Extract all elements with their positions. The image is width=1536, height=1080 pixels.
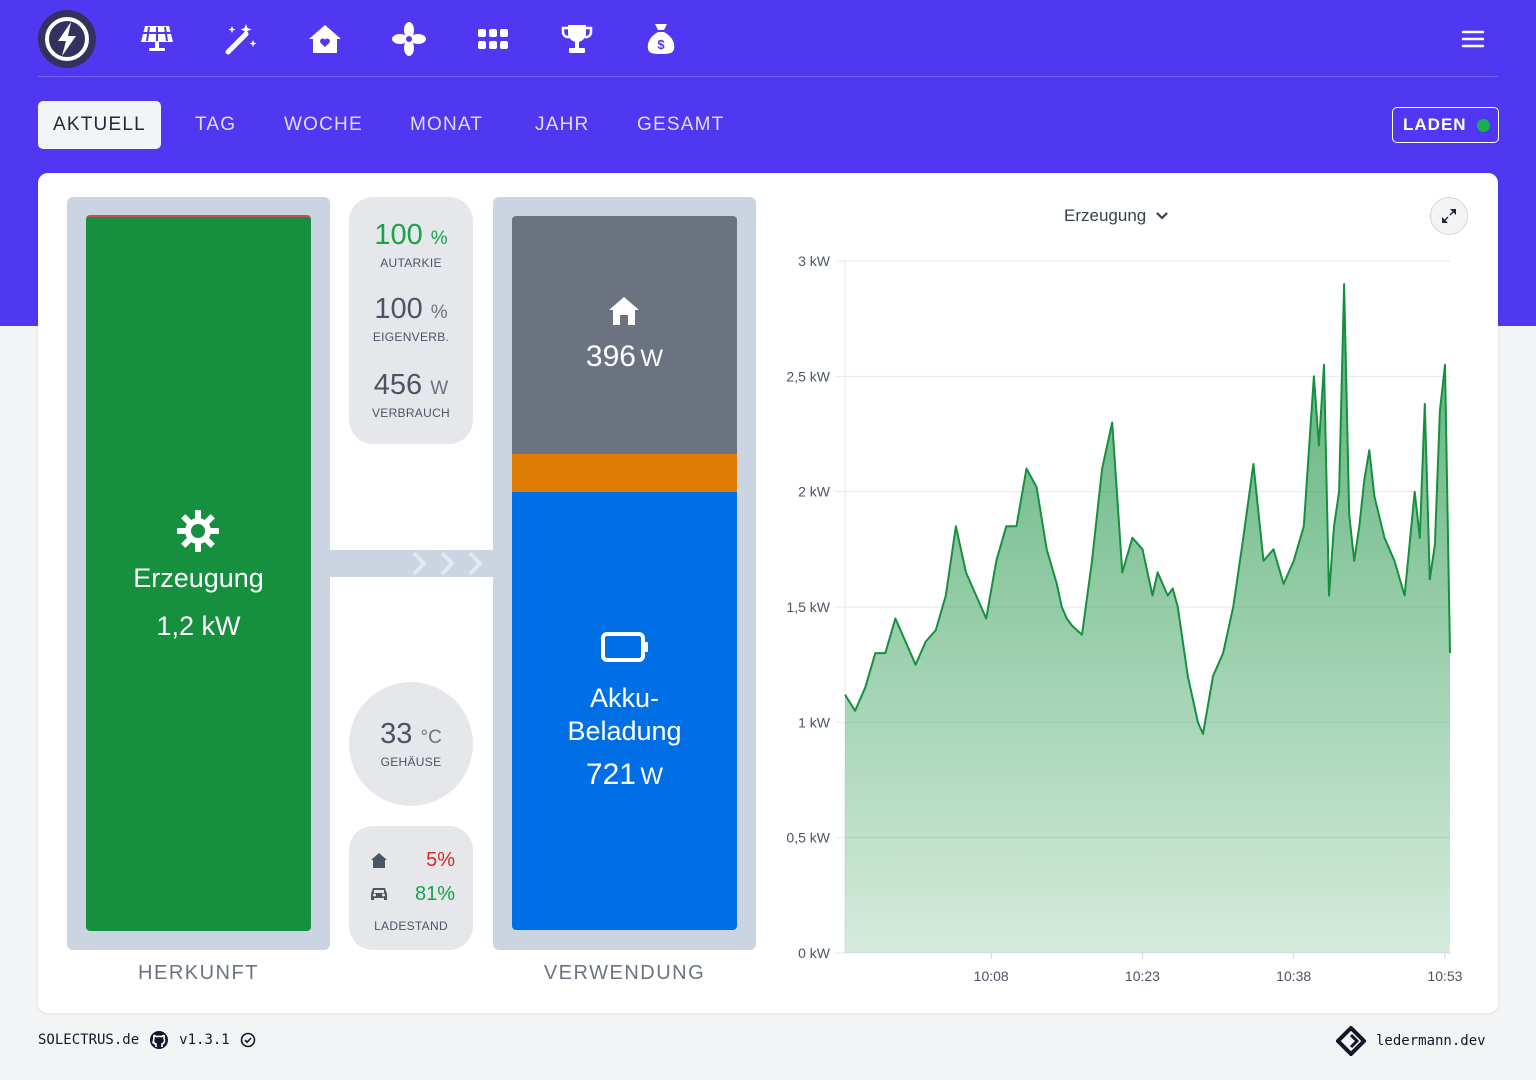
expand-button[interactable]: [1430, 197, 1468, 235]
svg-text:$: $: [657, 37, 665, 52]
solectrus-link[interactable]: SOLECTRUS.de: [38, 1032, 139, 1048]
autarkie-value: 100: [374, 219, 423, 251]
temperatur-label: GEHÄUSE: [380, 755, 442, 769]
akku-value: 721 W: [512, 758, 737, 792]
erzeugung-bar[interactable]: Erzeugung 1,2 kW: [86, 215, 311, 931]
autarkie-stat[interactable]: 100 % AUTARKIE: [349, 219, 473, 270]
verwendung-caption: VERWENDUNG: [543, 962, 706, 984]
autarkie-unit: %: [430, 228, 448, 249]
erzeugung-unit: kW: [201, 611, 241, 641]
money-bag-icon[interactable]: $: [642, 20, 680, 58]
logo-bolt-icon[interactable]: [38, 10, 96, 68]
erzeugung-number: 1,2: [156, 611, 195, 641]
temperature-pill[interactable]: 33 °C GEHÄUSE: [349, 682, 473, 806]
tab-monat[interactable]: MONAT: [410, 101, 483, 149]
x-tick-label: 10:53: [1427, 968, 1462, 984]
akku-number: 721: [585, 758, 636, 791]
ladestand-car-value: 81%: [414, 883, 455, 905]
akku-unit: W: [640, 763, 664, 790]
ladestand-label: LADESTAND: [374, 919, 448, 933]
eigenverbrauch-label: EIGENVERB.: [372, 330, 450, 344]
laden-button[interactable]: LADEN: [1392, 107, 1499, 143]
sun-icon: [177, 510, 219, 552]
ledermann-link[interactable]: ledermann.dev: [1376, 1033, 1486, 1049]
herkunft-caption: HERKUNFT: [138, 962, 259, 984]
verbrauch-stat[interactable]: 456 W VERBRAUCH: [349, 369, 473, 420]
tab-woche[interactable]: WOCHE: [284, 101, 363, 149]
trophy-icon[interactable]: [558, 20, 596, 58]
y-tick-label: 0 kW: [798, 945, 831, 961]
y-tick-label: 0,5 kW: [786, 830, 830, 846]
top-navigation: $: [38, 0, 1498, 77]
erzeugung-chart: 0 kW 0,5 kW 1 kW 1,5 kW 2 kW 2,5 kW 3 kW 10:08…: [786, 253, 1462, 984]
magic-wand-icon[interactable]: [222, 20, 260, 58]
check-circle-icon: [240, 1032, 256, 1048]
expand-icon: [1442, 209, 1456, 223]
erzeugung-area: [845, 284, 1450, 954]
verbrauch-label: VERBRAUCH: [371, 406, 451, 420]
y-tick-label: 2,5 kW: [786, 368, 830, 384]
akku-label: Akku- Beladung: [512, 682, 737, 748]
haus-number: 396: [585, 340, 636, 373]
y-tick-label: 1,5 kW: [786, 599, 830, 615]
erzeugung-value: 1,2 kW: [86, 611, 311, 642]
car-icon: [371, 888, 387, 900]
tab-aktuell[interactable]: AKTUELL: [38, 101, 161, 149]
github-icon[interactable]: [149, 1030, 169, 1050]
akku-label-line2: Beladung: [567, 716, 682, 746]
haus-verbrauch-bar[interactable]: 396 W: [512, 216, 737, 454]
flow-connector: [330, 550, 494, 577]
x-tick-label: 10:23: [1125, 968, 1160, 984]
house-icon: [609, 297, 639, 325]
tab-jahr[interactable]: JAHR: [535, 101, 589, 149]
haus-unit: W: [640, 345, 664, 372]
ladestand-pill[interactable]: 5% 81% LADESTAND: [349, 826, 473, 950]
y-tick-label: 2 kW: [798, 484, 831, 500]
ladestand-house-value: 5%: [426, 849, 455, 871]
version-label[interactable]: v1.3.1: [179, 1032, 230, 1048]
akku-label-line1: Akku-: [589, 683, 660, 713]
other-consumer-bar[interactable]: [512, 454, 737, 492]
grid-icon[interactable]: [474, 20, 512, 58]
stats-pill: 100 % AUTARKIE 100 % EIGENVERB. 456 W VE…: [349, 197, 473, 444]
verbrauch-unit: W: [430, 378, 449, 399]
verbrauch-value: 456: [373, 369, 423, 401]
temperatur-value: 33: [380, 718, 413, 750]
erzeugung-label: Erzeugung: [133, 563, 264, 593]
battery-icon: [601, 632, 648, 662]
laden-label: LADEN: [1403, 115, 1467, 134]
hamburger-menu-icon[interactable]: [1458, 22, 1488, 56]
chart-series-dropdown[interactable]: Erzeugung: [1064, 206, 1168, 226]
solar-panel-icon[interactable]: [138, 20, 176, 58]
akku-beladung-bar[interactable]: Akku- Beladung 721 W: [512, 492, 737, 930]
haus-value: 396 W: [512, 340, 737, 374]
house-icon[interactable]: [306, 20, 344, 58]
eigenverbrauch-stat[interactable]: 100 % EIGENVERB.: [349, 293, 473, 344]
ledermann-logo-icon: [1336, 1026, 1366, 1056]
autarkie-label: AUTARKIE: [380, 256, 442, 270]
x-tick-label: 10:38: [1276, 968, 1311, 984]
chevron-down-icon: [1156, 212, 1168, 220]
y-tick-label: 3 kW: [798, 253, 831, 269]
chart-series-label: Erzeugung: [1064, 206, 1147, 225]
footer-right[interactable]: ledermann.dev: [1336, 1026, 1486, 1056]
x-tick-label: 10:08: [974, 968, 1009, 984]
fan-icon[interactable]: [390, 20, 428, 58]
tab-gesamt[interactable]: GESAMT: [637, 101, 724, 149]
laden-status-dot: [1476, 118, 1490, 132]
eigenverbrauch-value: 100: [374, 293, 423, 325]
house-icon: [371, 853, 387, 868]
footer-left: SOLECTRUS.de v1.3.1: [38, 1030, 256, 1050]
tab-tag[interactable]: TAG: [195, 101, 236, 149]
eigenverbrauch-unit: %: [430, 302, 448, 323]
y-tick-label: 1 kW: [798, 714, 831, 730]
temperatur-unit: °C: [420, 727, 442, 748]
